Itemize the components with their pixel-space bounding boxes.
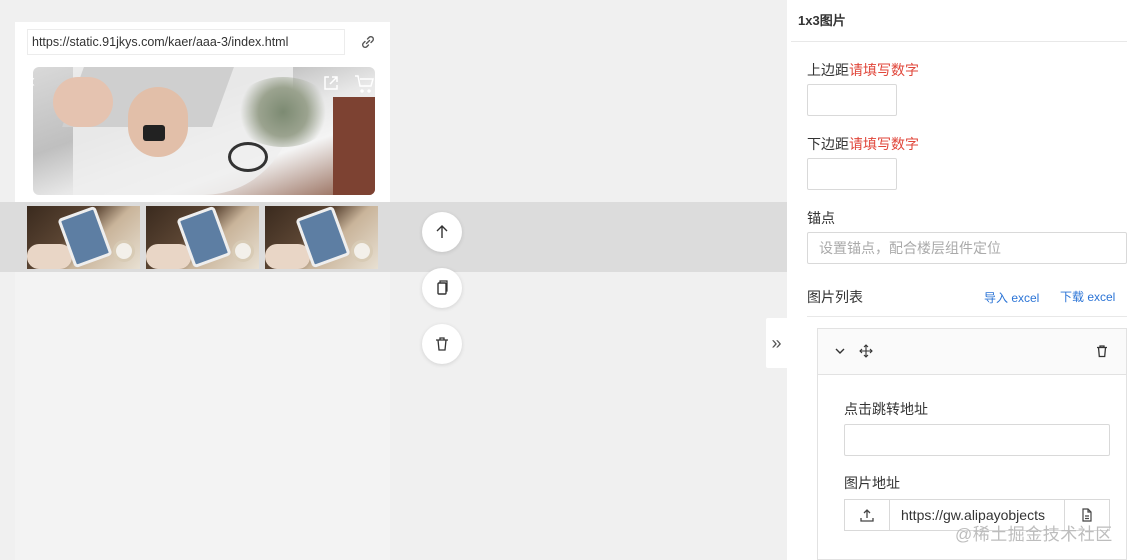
- preview-url-field[interactable]: https://static.91jkys.com/kaer/aaa-3/ind…: [27, 29, 345, 55]
- link-icon[interactable]: [358, 32, 378, 52]
- link-url-label: 点击跳转地址: [844, 401, 928, 417]
- upload-button[interactable]: [844, 499, 890, 531]
- panel-title: 1x3图片: [798, 13, 846, 28]
- download-excel-link[interactable]: 下载 excel: [1060, 288, 1115, 305]
- drag-handle-icon[interactable]: [858, 343, 874, 359]
- watermark: @稀土掘金技术社区: [955, 525, 1113, 544]
- thumbnail-image[interactable]: [265, 206, 378, 269]
- anchor-input[interactable]: 设置锚点，配合楼层组件定位: [807, 232, 1127, 264]
- share-icon[interactable]: [321, 73, 341, 98]
- item-header: [818, 329, 1126, 375]
- chevron-down-icon[interactable]: [832, 343, 848, 359]
- delete-component-button[interactable]: [422, 324, 462, 364]
- property-panel: 1x3图片 上边距请填写数字 下边距请填写数字 锚点 设置锚点，配合楼层组件定位…: [787, 0, 1134, 560]
- import-excel-link[interactable]: 导入 excel: [984, 289, 1039, 306]
- arrow-up-icon: [436, 225, 448, 238]
- divider: [791, 41, 1127, 42]
- anchor-label: 锚点: [807, 210, 835, 226]
- copy-icon: [437, 280, 448, 295]
- bottom-margin-input[interactable]: [807, 158, 897, 190]
- collapse-panel-button[interactable]: »: [766, 318, 787, 368]
- link-url-input[interactable]: [844, 424, 1110, 456]
- trash-icon: [436, 337, 448, 351]
- move-up-button[interactable]: [422, 212, 462, 252]
- editor-canvas: https://static.91jkys.com/kaer/aaa-3/ind…: [0, 0, 787, 560]
- top-margin-input[interactable]: [807, 84, 897, 116]
- copy-button[interactable]: [422, 268, 462, 308]
- bottom-margin-label: 下边距请填写数字: [807, 136, 919, 152]
- chevron-left-icon[interactable]: ‹: [33, 71, 35, 92]
- top-margin-label: 上边距请填写数字: [807, 62, 919, 78]
- phone-preview: https://static.91jkys.com/kaer/aaa-3/ind…: [15, 22, 390, 560]
- hero-image[interactable]: ‹: [33, 67, 375, 195]
- divider: [807, 316, 1127, 317]
- image-url-label: 图片地址: [844, 475, 900, 491]
- trash-icon[interactable]: [1094, 343, 1110, 359]
- image-list-label: 图片列表: [807, 289, 863, 305]
- upload-icon: [860, 509, 874, 522]
- cart-icon[interactable]: [353, 73, 375, 98]
- thumbnail-image[interactable]: [146, 206, 259, 269]
- thumbnail-image[interactable]: [27, 206, 140, 269]
- preview-header: https://static.91jkys.com/kaer/aaa-3/ind…: [15, 22, 390, 202]
